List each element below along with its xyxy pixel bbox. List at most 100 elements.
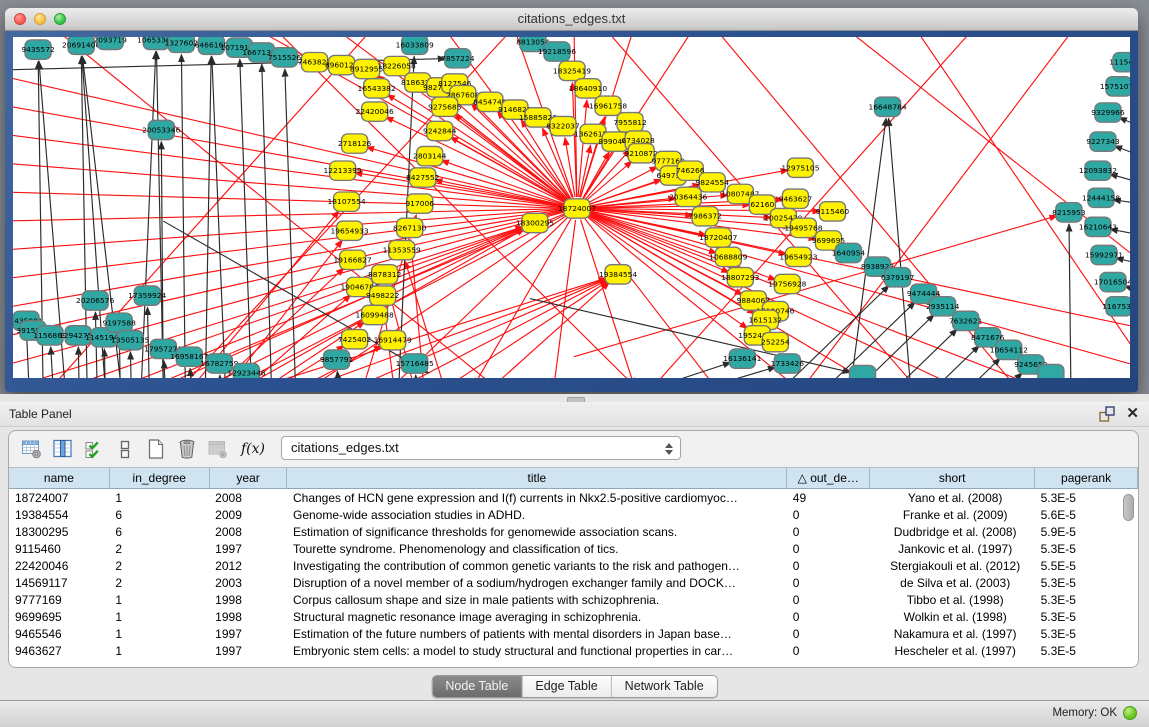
network-node[interactable]: 16648784 bbox=[868, 97, 906, 116]
network-node[interactable]: 6379197 bbox=[881, 268, 915, 287]
tab-edge-table[interactable]: Edge Table bbox=[522, 676, 611, 697]
attribute-table[interactable]: namein_degreeyeartitle△ out_de…shortpage… bbox=[9, 468, 1138, 659]
network-node[interactable]: 8427552 bbox=[406, 168, 439, 187]
network-node[interactable]: 1640954 bbox=[832, 243, 866, 262]
column-header-in_degree[interactable]: in_degree bbox=[109, 468, 209, 489]
tab-network-table[interactable]: Network Table bbox=[612, 676, 717, 697]
network-node[interactable]: 7632621 bbox=[949, 311, 983, 330]
network-node[interactable]: 18107554 bbox=[328, 192, 366, 211]
network-node[interactable]: 7955812 bbox=[613, 113, 646, 132]
close-panel-icon[interactable]: ✕ bbox=[1126, 405, 1139, 423]
network-node[interactable]: 2718126 bbox=[338, 134, 372, 153]
network-node[interactable]: 7515526 bbox=[268, 48, 302, 67]
network-node[interactable]: 1327602 bbox=[165, 37, 198, 53]
network-node[interactable]: 9227343 bbox=[1086, 132, 1120, 151]
network-node[interactable]: 15751074 bbox=[1100, 77, 1130, 96]
network-node[interactable]: 252254 bbox=[761, 332, 790, 351]
network-graph[interactable]: 9435572206914062093719106533671327602646… bbox=[13, 37, 1130, 378]
unselect-rows-icon[interactable] bbox=[112, 436, 138, 462]
network-node[interactable]: 15716485 bbox=[396, 354, 434, 373]
cell-year: 1998 bbox=[209, 591, 287, 608]
network-node[interactable] bbox=[849, 365, 875, 378]
table-row[interactable]: 977716911998Corpus callosum shape and si… bbox=[9, 591, 1138, 608]
cell-out_degree: 0 bbox=[787, 506, 870, 523]
svg-text:8427552: 8427552 bbox=[406, 173, 439, 182]
table-row[interactable]: 911546021997Tourette syndrome. Phenomeno… bbox=[9, 540, 1138, 557]
memory-status-icon[interactable] bbox=[1123, 706, 1137, 720]
table-row[interactable]: 1872400712008Changes of HCN gene express… bbox=[9, 489, 1138, 507]
network-node[interactable]: 18807293 bbox=[721, 268, 759, 287]
table-row[interactable]: 1456911722003Disruption of a novel membe… bbox=[9, 574, 1138, 591]
cell-name: 9115460 bbox=[9, 540, 109, 557]
new-table-icon[interactable] bbox=[143, 436, 169, 462]
cell-year: 2009 bbox=[209, 506, 287, 523]
network-node[interactable]: 9242844 bbox=[423, 121, 457, 140]
network-window-titlebar[interactable]: citations_edges.txt bbox=[5, 8, 1138, 31]
column-header-name[interactable]: name bbox=[9, 468, 109, 489]
network-node[interactable]: 1733426 bbox=[771, 354, 805, 373]
network-node[interactable]: 9463627 bbox=[779, 189, 813, 208]
column-header-year[interactable]: year bbox=[209, 468, 287, 489]
network-node[interactable]: 10688809 bbox=[709, 247, 747, 266]
cell-out_degree: 49 bbox=[787, 489, 870, 507]
show-columns-icon[interactable] bbox=[50, 436, 76, 462]
network-node[interactable]: 18325419 bbox=[553, 61, 591, 80]
network-node[interactable]: 20053346 bbox=[142, 120, 180, 139]
network-node[interactable]: 12444158 bbox=[1082, 188, 1120, 207]
svg-text:11353559: 11353559 bbox=[383, 246, 421, 255]
table-row[interactable]: 2242004622012Investigating the contribut… bbox=[9, 557, 1138, 574]
network-node[interactable]: 2803144 bbox=[413, 146, 447, 165]
network-node[interactable]: 9498222 bbox=[366, 286, 399, 305]
network-node[interactable]: 15992971 bbox=[1085, 245, 1123, 264]
network-node[interactable]: 16099488 bbox=[356, 305, 394, 324]
function-builder-icon[interactable]: f(x) bbox=[236, 436, 270, 462]
table-row[interactable]: 969969511998Structural magnetic resonanc… bbox=[9, 608, 1138, 625]
delete-rows-icon[interactable] bbox=[174, 436, 200, 462]
delete-table-icon[interactable] bbox=[205, 436, 231, 462]
network-node[interactable]: 7857224 bbox=[441, 49, 475, 68]
network-node[interactable]: 8215953 bbox=[1052, 203, 1086, 222]
network-node[interactable]: 9115460 bbox=[816, 202, 850, 221]
network-node[interactable]: 9197588 bbox=[102, 313, 136, 332]
network-node[interactable]: 2093719 bbox=[93, 37, 127, 50]
table-scrollbar[interactable] bbox=[1123, 492, 1134, 661]
network-node[interactable]: 12975105 bbox=[781, 158, 819, 177]
network-node[interactable]: 16136141 bbox=[723, 349, 761, 368]
network-node[interactable]: 9857791 bbox=[320, 350, 354, 369]
network-node[interactable]: 9329966 bbox=[1091, 103, 1125, 122]
select-all-rows-icon[interactable] bbox=[81, 436, 107, 462]
column-header-pagerank[interactable]: pagerank bbox=[1035, 468, 1138, 489]
column-header-short[interactable]: short bbox=[870, 468, 1035, 489]
network-node[interactable]: 7986372 bbox=[689, 207, 722, 226]
table-row[interactable]: 1938455462009Genome-wide association stu… bbox=[9, 506, 1138, 523]
network-node[interactable]: 9275685 bbox=[428, 97, 462, 116]
table-row[interactable]: 946554611997Estimation of the future num… bbox=[9, 625, 1138, 642]
svg-text:19756928: 19756928 bbox=[768, 280, 806, 289]
table-row[interactable]: 1830029562008Estimation of significance … bbox=[9, 523, 1138, 540]
network-canvas[interactable]: 9435572206914062093719106533671327602646… bbox=[13, 37, 1130, 378]
network-node[interactable] bbox=[1038, 364, 1064, 378]
network-node[interactable]: 1115408 bbox=[1109, 53, 1130, 72]
network-node[interactable]: 16210643 bbox=[1079, 217, 1117, 236]
network-node[interactable]: 17016504 bbox=[1094, 272, 1130, 291]
network-node[interactable]: 11353559 bbox=[383, 240, 421, 259]
network-node[interactable]: 16543382 bbox=[358, 79, 396, 98]
table-settings-icon[interactable] bbox=[19, 436, 45, 462]
network-node[interactable]: 19654923 bbox=[779, 247, 817, 266]
network-node[interactable]: 12093832 bbox=[1079, 161, 1117, 180]
network-node[interactable]: 16033809 bbox=[396, 37, 434, 54]
table-selector-dropdown[interactable]: citations_edges.txt bbox=[281, 436, 681, 460]
network-node[interactable]: 9435572 bbox=[21, 40, 54, 59]
scrollbar-thumb[interactable] bbox=[1123, 494, 1134, 521]
tab-node-table[interactable]: Node Table bbox=[432, 676, 522, 697]
column-header-out_degree[interactable]: △ out_de… bbox=[787, 468, 870, 489]
cell-out_degree: 0 bbox=[787, 540, 870, 557]
column-header-title[interactable]: title bbox=[287, 468, 787, 489]
network-node[interactable]: 1167533 bbox=[1102, 297, 1130, 316]
network-node[interactable]: 7425402 bbox=[338, 330, 371, 349]
network-node[interactable]: 8267130 bbox=[393, 218, 427, 237]
network-node[interactable]: 917006 bbox=[405, 194, 434, 213]
table-row[interactable]: 946362711997Embryonic stem cells: a mode… bbox=[9, 642, 1138, 659]
svg-text:15751074: 15751074 bbox=[1100, 82, 1130, 91]
float-panel-icon[interactable] bbox=[1098, 405, 1116, 423]
